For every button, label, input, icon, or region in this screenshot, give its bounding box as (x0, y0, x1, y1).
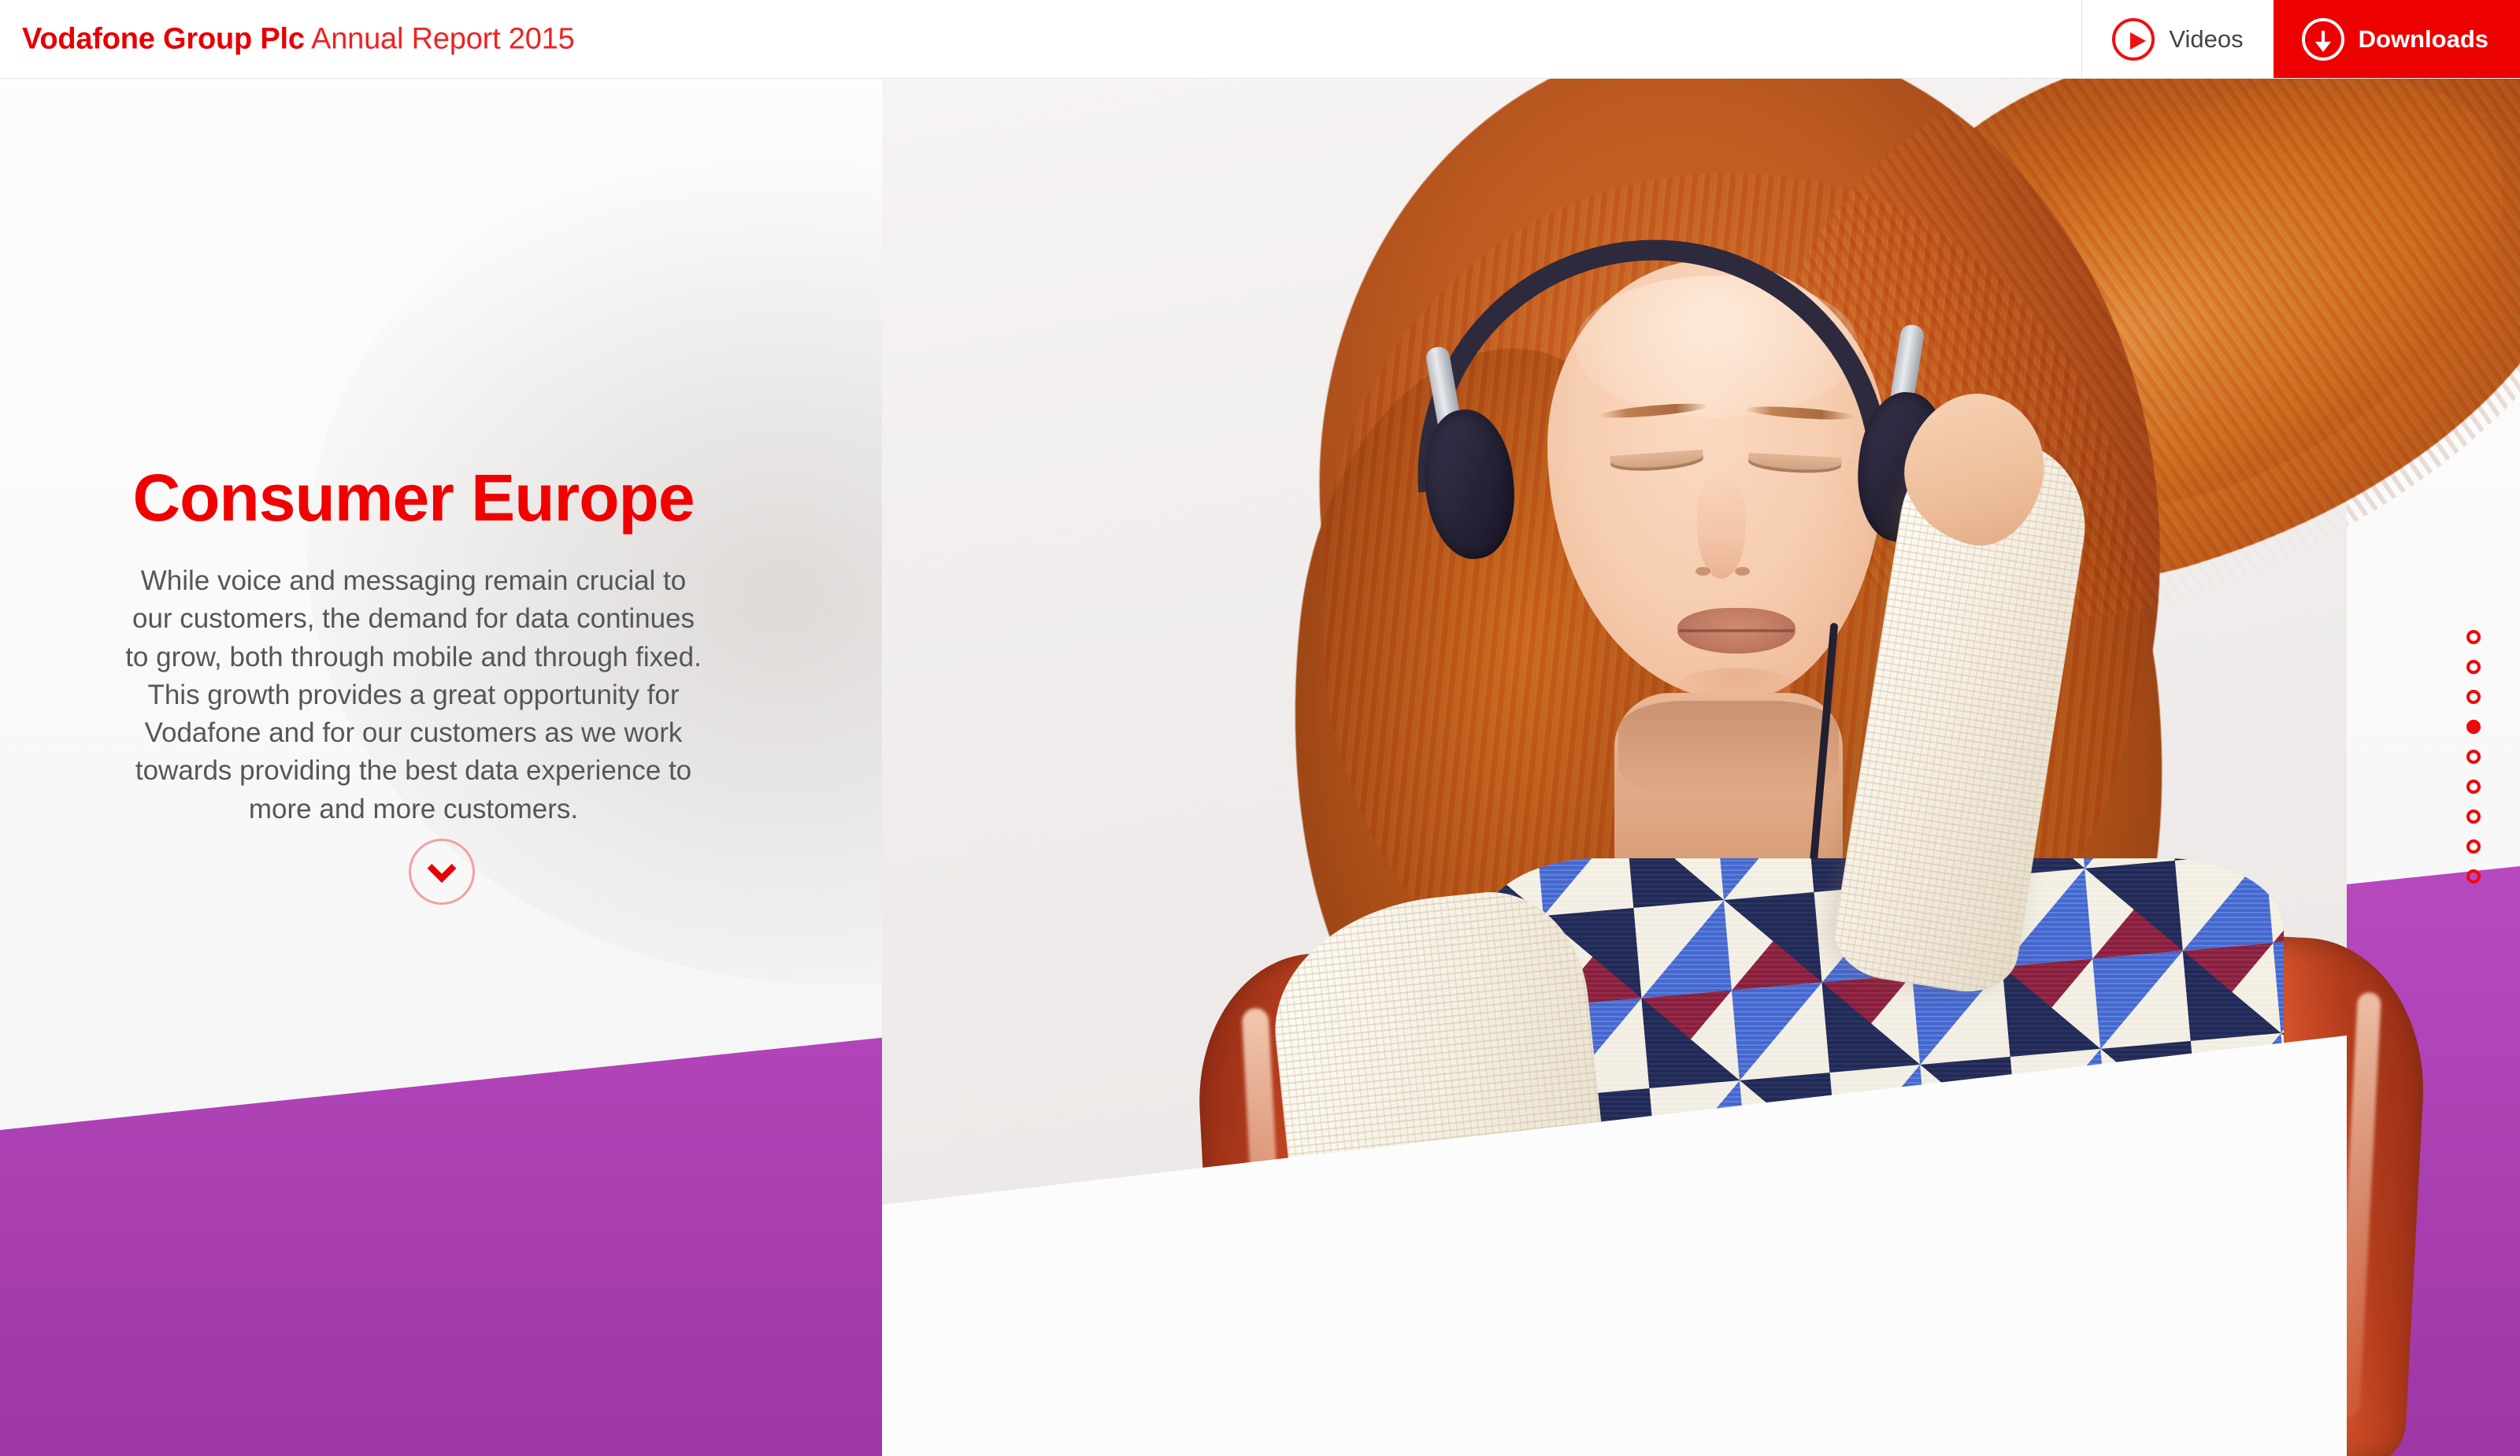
videos-button-label: Videos (2169, 24, 2244, 53)
arrow-head (2314, 41, 2331, 52)
download-circle-icon (2301, 17, 2344, 61)
brand-name: Vodafone Group Plc (22, 22, 305, 55)
sweater-sleeve-left (1262, 883, 1636, 1456)
brand-title: Vodafone Group Plc Annual Report 2015 (22, 22, 575, 56)
brand-subtitle: Annual Report 2015 (304, 22, 575, 55)
pagination-dot-5[interactable] (2466, 750, 2481, 764)
pagination-dot-8[interactable] (2466, 839, 2481, 854)
scroll-down-button[interactable] (409, 839, 475, 905)
hero-description: While voice and messaging remain crucial… (125, 565, 702, 824)
chevron-down-icon (427, 854, 457, 883)
site-header: Vodafone Group Plc Annual Report 2015 Vi… (0, 0, 2520, 79)
pagination-dot-4[interactable] (2466, 720, 2481, 734)
sleeve-left-texture (1262, 883, 1636, 1456)
downloads-button-label: Downloads (2358, 24, 2488, 53)
play-circle-icon (2112, 17, 2155, 61)
pagination-dot-2[interactable] (2466, 660, 2481, 674)
pagination-dot-6[interactable] (2466, 780, 2481, 794)
hero-text-block: Consumer Europe While voice and messagin… (94, 465, 732, 828)
pagination-dot-3[interactable] (2466, 690, 2481, 704)
pagination-dot-7[interactable] (2466, 810, 2481, 824)
page-title: Consumer Europe (132, 461, 695, 535)
videos-button[interactable]: Videos (2082, 0, 2274, 78)
lip-line (1679, 629, 1794, 632)
hero-photo (882, 0, 2520, 1456)
nostril-left (1695, 567, 1710, 576)
downloads-button[interactable]: Downloads (2273, 0, 2520, 78)
header-nav: Videos Downloads (2081, 0, 2520, 78)
neck-shadow (1618, 701, 1839, 795)
section-pagination (2466, 630, 2481, 884)
nostril-right (1735, 567, 1750, 576)
pagination-dot-9[interactable] (2466, 869, 2481, 884)
pagination-dot-1[interactable] (2466, 630, 2481, 644)
nose (1697, 472, 1746, 579)
annual-report-hero-page: Consumer Europe While voice and messagin… (0, 0, 2520, 1456)
